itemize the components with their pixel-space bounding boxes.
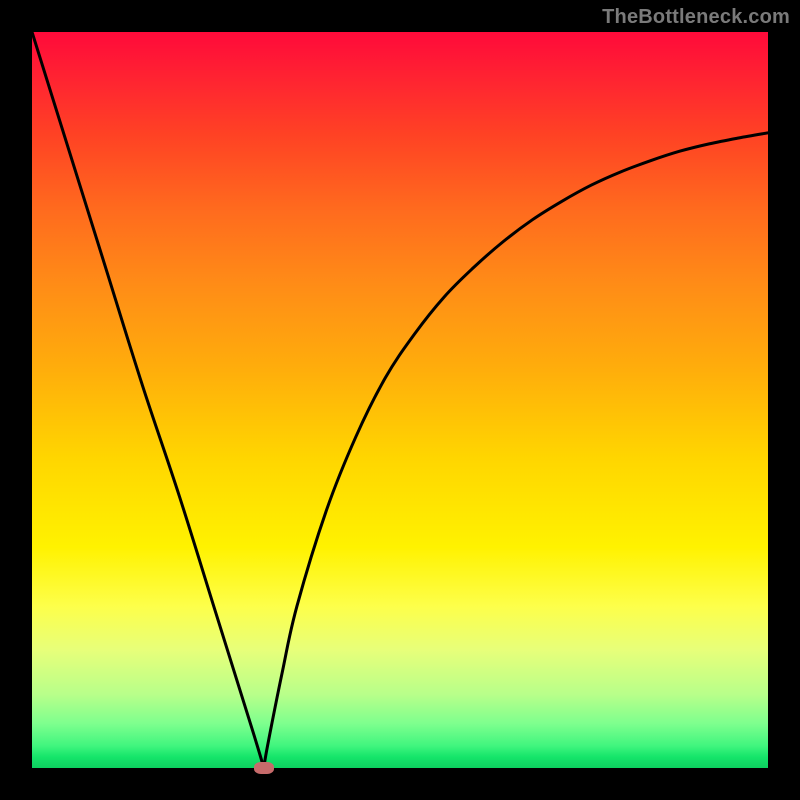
minimum-marker xyxy=(254,762,274,774)
plot-area xyxy=(32,32,768,768)
curve-layer xyxy=(32,32,768,768)
chart-frame: TheBottleneck.com xyxy=(0,0,800,800)
watermark-text: TheBottleneck.com xyxy=(602,6,790,29)
curve-right-branch xyxy=(264,133,768,768)
curve-left-branch xyxy=(32,32,264,768)
